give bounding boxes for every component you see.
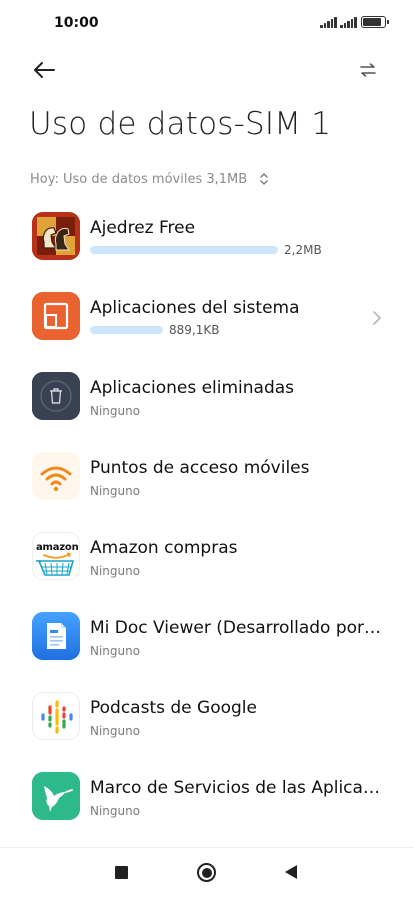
chevron-right-icon	[373, 311, 381, 325]
usage-indicator: 889,1KB	[90, 323, 219, 337]
amazon-wordmark: amazon	[36, 542, 79, 553]
google-podcasts-icon	[32, 692, 80, 740]
battery-icon	[361, 16, 389, 28]
app-row-google-podcasts[interactable]: Podcasts de Google Ninguno	[0, 680, 414, 760]
arrow-left-icon	[34, 62, 55, 78]
app-name: Aplicaciones del sistema	[90, 298, 300, 318]
app-name: Mi Doc Viewer (Desarrollado por…	[90, 618, 382, 638]
status-time: 10:00	[54, 15, 99, 31]
app-row-hotspot[interactable]: Puntos de acceso móviles Ninguno	[0, 440, 414, 520]
app-row-deleted-apps[interactable]: Aplicaciones eliminadas Ninguno	[0, 360, 414, 440]
usage-indicator: 2,2MB	[90, 243, 322, 257]
app-row-services-framework[interactable]: Marco de Servicios de las Aplica… Ningun…	[0, 760, 414, 840]
app-name: Amazon compras	[90, 538, 238, 558]
amazon-icon: amazon	[32, 532, 80, 580]
app-row-ajedrez[interactable]: Ajedrez Free 2,2MB	[0, 200, 414, 280]
usage-value: 889,1KB	[169, 323, 220, 337]
usage-value: Ninguno	[90, 644, 141, 658]
system-apps-icon	[32, 292, 80, 340]
swap-arrows-icon	[360, 63, 376, 77]
usage-value: Ninguno	[90, 564, 141, 578]
chess-icon	[32, 212, 80, 260]
app-name: Ajedrez Free	[90, 218, 196, 238]
navigation-bar	[0, 847, 414, 897]
back-button[interactable]	[26, 54, 62, 86]
top-bar	[0, 50, 414, 90]
app-row-doc-viewer[interactable]: Mi Doc Viewer (Desarrollado por… Ninguno	[0, 600, 414, 680]
app-name: Aplicaciones eliminadas	[90, 378, 295, 398]
data-usage-summary: Hoy: Uso de datos móviles 3,1MB	[30, 171, 248, 187]
app-name: Podcasts de Google	[90, 698, 257, 718]
hummingbird-icon	[32, 772, 80, 820]
app-name: Puntos de acceso móviles	[90, 458, 310, 478]
usage-value: 2,2MB	[284, 243, 322, 257]
page-title: Uso de datos-SIM 1	[29, 106, 332, 142]
date-filter-selector[interactable]: Hoy: Uso de datos móviles 3,1MB	[30, 168, 269, 190]
signal-icon	[320, 16, 337, 28]
signal-icon	[340, 16, 357, 28]
usage-bar	[90, 246, 278, 254]
usage-value: Ninguno	[90, 404, 141, 418]
back-triangle-icon[interactable]	[285, 865, 297, 879]
trash-icon	[32, 372, 80, 420]
app-row-amazon[interactable]: amazon Amazon compras Ninguno	[0, 520, 414, 600]
doc-viewer-icon	[32, 612, 80, 660]
usage-value: Ninguno	[90, 724, 141, 738]
usage-value: Ninguno	[90, 804, 141, 818]
wifi-hotspot-icon	[32, 452, 80, 500]
app-usage-list: Ajedrez Free 2,2MB Aplicaciones del sist…	[0, 200, 414, 840]
up-down-chevron-icon	[259, 172, 269, 186]
swap-sim-button[interactable]	[352, 54, 384, 86]
status-bar: 10:00	[0, 0, 414, 46]
usage-value: Ninguno	[90, 484, 141, 498]
recents-square-icon[interactable]	[115, 866, 128, 879]
usage-bar	[90, 326, 163, 334]
app-name: Marco de Servicios de las Aplica…	[90, 778, 380, 798]
app-row-system-apps[interactable]: Aplicaciones del sistema 889,1KB	[0, 280, 414, 360]
home-circle-icon[interactable]	[197, 863, 216, 882]
